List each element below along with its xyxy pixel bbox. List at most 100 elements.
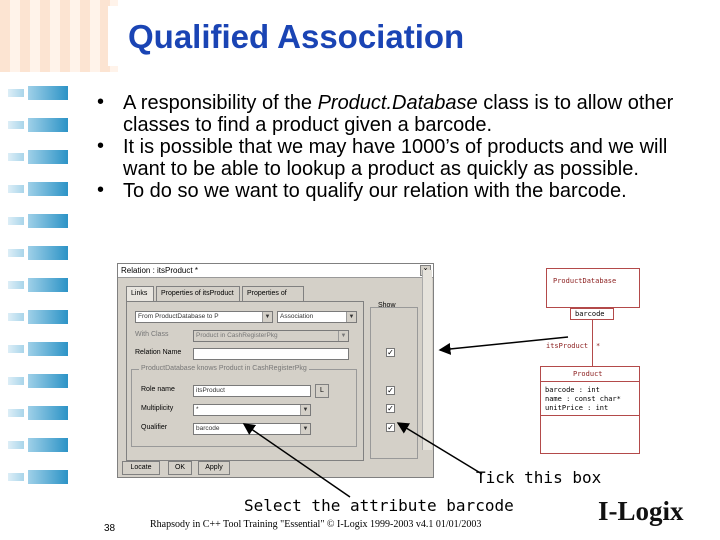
bullet-list: • A responsibility of the Product.Databa… — [95, 91, 715, 202]
class-box-productdatabase: ProductDatabase — [546, 268, 640, 308]
stripe — [28, 118, 68, 132]
stripe — [28, 470, 68, 484]
l-button[interactable]: L — [315, 384, 329, 398]
select-attribute-annotation: Select the attribute barcode — [244, 496, 514, 515]
bullet-dot: • — [97, 179, 105, 201]
qualifier-text: barcode — [575, 310, 605, 318]
qualifier-box: barcode — [570, 308, 614, 320]
class-box-product: Product barcode : int name : const char*… — [540, 366, 640, 454]
stripe — [28, 86, 68, 100]
stripe — [28, 374, 68, 388]
show-qualifier-checkbox[interactable]: ✓ — [386, 423, 395, 432]
relation-dialog: Relation : itsProduct * × Links Properti… — [117, 263, 434, 478]
from-select-value: From ProductDatabase to P — [138, 313, 219, 320]
show-role-name-checkbox[interactable]: ✓ — [386, 386, 395, 395]
tab-links[interactable]: Links — [126, 286, 154, 302]
stripe — [28, 310, 68, 324]
from-select[interactable]: From ProductDatabase to P ▼ — [135, 311, 273, 323]
stripe — [8, 153, 24, 161]
qualifier-label: Qualifier — [141, 424, 168, 431]
stripe — [8, 121, 24, 129]
stripe — [28, 438, 68, 452]
stripe — [8, 409, 24, 417]
stripe — [8, 441, 24, 449]
dialog-title: Relation : itsProduct * — [118, 264, 433, 278]
stripe — [8, 281, 24, 289]
dialog-scrollbar[interactable] — [422, 270, 432, 450]
association-line — [592, 320, 593, 366]
show-multiplicity-checkbox[interactable]: ✓ — [386, 404, 395, 413]
qualifier-value: barcode — [196, 425, 220, 432]
left-decoration — [0, 72, 72, 540]
group-caption: ProductDatabase knows Product in CashReg… — [139, 365, 309, 372]
bullet-italic: Product.Database — [317, 92, 478, 114]
ilogix-logo: I-Logix — [598, 496, 684, 526]
stripe — [8, 313, 24, 321]
bullet-dot: • — [97, 135, 105, 157]
uml-diagram: ProductDatabase barcode itsProduct * Pro… — [540, 266, 720, 456]
bullet-text: It is possible that we may have 1000’s o… — [123, 136, 668, 180]
with-class-label: With Class — [135, 331, 169, 338]
chevron-down-icon: ▼ — [300, 424, 310, 434]
slide-title: Qualified Association — [128, 18, 465, 55]
title-decoration — [0, 0, 118, 72]
stripe — [8, 89, 24, 97]
footer-text: Rhapsody in C++ Tool Training "Essential… — [150, 519, 482, 530]
relation-name-label: Relation Name — [135, 349, 182, 356]
links-panel: From ProductDatabase to P ▼ Association … — [126, 301, 364, 461]
class-name: ProductDatabase — [553, 277, 617, 285]
role-multiplicity: * — [596, 342, 601, 350]
stripe — [8, 217, 24, 225]
apply-button[interactable]: Apply — [198, 461, 230, 475]
class-name: Product — [573, 370, 603, 378]
stripe — [28, 182, 68, 196]
show-relation-name-checkbox[interactable]: ✓ — [386, 348, 395, 357]
stripe — [8, 473, 24, 481]
stripe — [8, 249, 24, 257]
show-group — [370, 307, 418, 459]
attribute-item: name : const char* — [545, 395, 621, 403]
multiplicity-label: Multiplicity — [141, 405, 174, 412]
ok-button[interactable]: OK — [168, 461, 192, 475]
multiplicity-value: * — [196, 406, 199, 413]
stripe — [28, 150, 68, 164]
role-name-value: itsProduct — [196, 387, 225, 394]
role-name-input[interactable]: itsProduct — [193, 385, 311, 397]
locate-button[interactable]: Locate — [122, 461, 160, 475]
qualifier-select[interactable]: barcode ▼ — [193, 423, 311, 435]
chevron-down-icon: ▼ — [346, 312, 356, 322]
divider — [541, 415, 639, 416]
stripe — [28, 214, 68, 228]
bullet-item: • To do so we want to qualify our relati… — [95, 179, 715, 202]
chevron-down-icon: ▼ — [338, 331, 348, 341]
bullet-text: A responsibility of the — [123, 92, 318, 114]
attribute-item: barcode : int — [545, 386, 600, 394]
stripe — [28, 342, 68, 356]
show-column: Show ✓ ✓ ✓ ✓ — [370, 301, 420, 461]
relation-type-select[interactable]: Association ▼ — [277, 311, 357, 323]
tab-properties-itsproduct[interactable]: Properties of itsProduct — [156, 286, 240, 302]
tab-properties-of[interactable]: Properties of — [242, 286, 304, 302]
stripe — [28, 246, 68, 260]
stripe — [8, 345, 24, 353]
stripe — [28, 278, 68, 292]
slide-number: 38 — [104, 523, 116, 534]
tick-box-annotation: Tick this box — [476, 468, 602, 487]
chevron-down-icon: ▼ — [262, 312, 272, 322]
with-class-value: Product in CashRegisterPkg — [196, 332, 278, 339]
stripe — [28, 406, 68, 420]
relation-name-input[interactable] — [193, 348, 349, 360]
multiplicity-select[interactable]: * ▼ — [193, 404, 311, 416]
with-class-select: Product in CashRegisterPkg ▼ — [193, 330, 349, 342]
divider — [541, 381, 639, 382]
stripe — [8, 185, 24, 193]
role-name-label: Role name — [141, 386, 175, 393]
bullet-dot: • — [97, 91, 105, 113]
stripe — [8, 377, 24, 385]
role-text: itsProduct — [546, 342, 589, 350]
bullet-text: To do so we want to qualify our relation… — [123, 180, 627, 202]
attribute-item: unitPrice : int — [545, 404, 609, 412]
chevron-down-icon: ▼ — [300, 405, 310, 415]
bullet-item: • It is possible that we may have 1000’s… — [95, 135, 715, 180]
bullet-item: • A responsibility of the Product.Databa… — [95, 91, 715, 136]
